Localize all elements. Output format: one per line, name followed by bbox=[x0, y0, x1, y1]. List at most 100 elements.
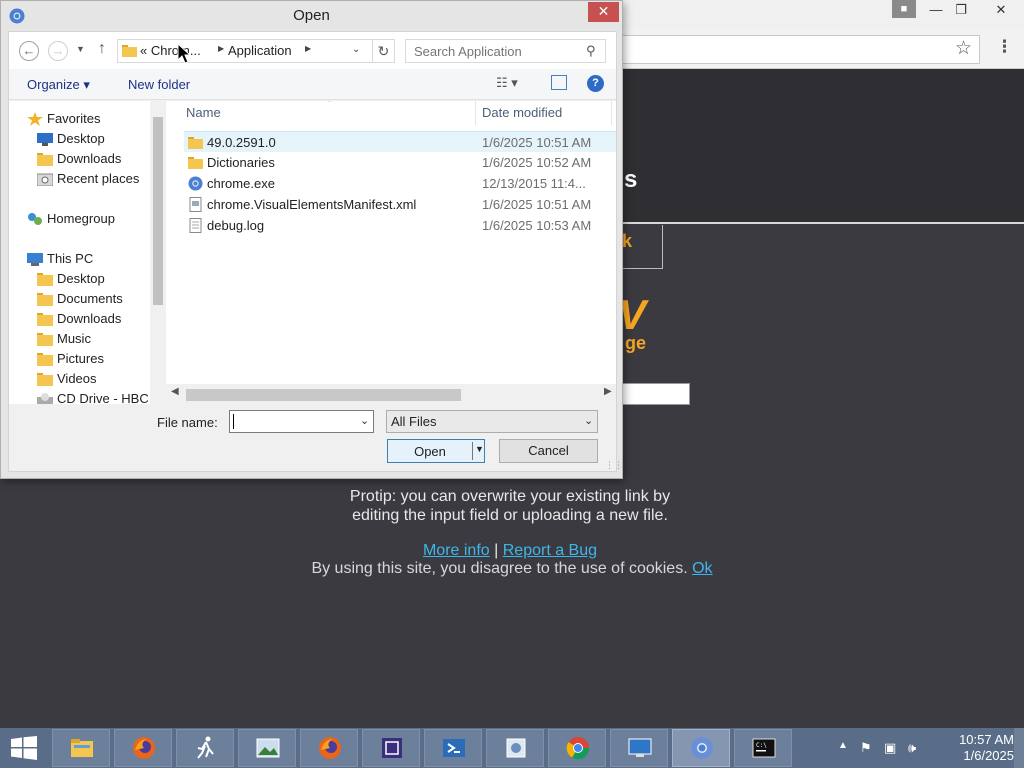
network-icon[interactable]: ▣ bbox=[884, 740, 896, 756]
taskbar-button-image-viewer[interactable] bbox=[238, 729, 296, 767]
nav-item-recent-places[interactable]: Recent places bbox=[37, 169, 166, 189]
nav-item-label[interactable]: Pictures bbox=[57, 351, 104, 366]
nav-item-pictures[interactable]: Pictures bbox=[37, 349, 166, 369]
bookmark-star-icon[interactable]: ☆ bbox=[955, 37, 972, 60]
more-info-link[interactable]: More info bbox=[423, 542, 490, 559]
taskbar-button-firefox[interactable] bbox=[114, 729, 172, 767]
nav-item-music[interactable]: Music bbox=[37, 329, 166, 349]
scrollbar-thumb[interactable] bbox=[186, 389, 461, 401]
change-view-icon[interactable]: ☷ ▾ bbox=[496, 75, 518, 91]
nav-item-label[interactable]: Desktop bbox=[57, 131, 105, 146]
taskbar-button-control-tool[interactable] bbox=[486, 729, 544, 767]
nav-item-label[interactable]: CD Drive - HBC bbox=[57, 391, 149, 404]
breadcrumb-separator-icon[interactable]: ▶ bbox=[218, 44, 224, 53]
file-name[interactable]: Dictionaries bbox=[207, 155, 275, 170]
nav-item-homegroup[interactable]: Homegroup bbox=[27, 209, 166, 229]
scroll-right-icon[interactable]: ▶ bbox=[604, 386, 612, 397]
dialog-close-button[interactable]: ✕ bbox=[588, 2, 619, 22]
cancel-button[interactable]: Cancel bbox=[499, 439, 598, 463]
taskbar-button-chrome[interactable] bbox=[548, 729, 606, 767]
up-arrow-icon[interactable]: ↑ bbox=[98, 40, 106, 58]
taskbar-button-chromium[interactable] bbox=[672, 729, 730, 767]
new-folder-button[interactable]: New folder bbox=[128, 77, 190, 92]
file-row[interactable]: debug.log1/6/2025 10:53 AMT bbox=[184, 215, 616, 236]
scroll-left-icon[interactable]: ◀ bbox=[171, 386, 179, 397]
breadcrumb[interactable]: « Chrom... ▶ Application ▶ ⌄ ↻ bbox=[117, 39, 395, 63]
search-input[interactable] bbox=[406, 40, 581, 62]
file-row[interactable]: Dictionaries1/6/2025 10:52 AMF bbox=[184, 152, 616, 173]
browser-address-bar[interactable] bbox=[610, 35, 980, 64]
nav-item-this-pc[interactable]: This PC bbox=[27, 249, 166, 269]
show-desktop-button[interactable] bbox=[1014, 728, 1024, 768]
nav-item-desktop[interactable]: Desktop bbox=[37, 269, 166, 289]
file-row[interactable]: 49.0.2591.01/6/2025 10:51 AMF bbox=[184, 131, 616, 152]
start-button[interactable] bbox=[0, 728, 50, 768]
clock[interactable]: 10:57 AM 1/6/2025 bbox=[934, 732, 1014, 764]
dialog-titlebar[interactable]: Open ✕ bbox=[1, 1, 622, 31]
back-arrow-icon[interactable]: ← bbox=[19, 41, 39, 61]
taskbar-button-monitor-tool[interactable] bbox=[610, 729, 668, 767]
nav-item-label[interactable]: Favorites bbox=[47, 111, 100, 126]
nav-item-downloads[interactable]: Downloads bbox=[37, 149, 166, 169]
horizontal-scrollbar[interactable]: ◀ ▶ bbox=[166, 384, 616, 404]
preview-pane-icon[interactable] bbox=[551, 75, 567, 90]
forward-arrow-icon[interactable]: → bbox=[48, 41, 68, 61]
taskbar-button-cpu-tool[interactable] bbox=[362, 729, 420, 767]
navigation-pane-scrollbar[interactable] bbox=[150, 101, 166, 404]
open-button-label[interactable]: Open bbox=[388, 444, 472, 459]
browser-restore-button[interactable]: ❐ bbox=[946, 0, 976, 22]
volume-icon[interactable]: 🕪 bbox=[908, 740, 916, 756]
nav-item-label[interactable]: This PC bbox=[47, 251, 93, 266]
breadcrumb-parent[interactable]: « Chrom... bbox=[140, 43, 201, 58]
browser-user-icon[interactable]: ■ bbox=[892, 0, 916, 18]
file-name[interactable]: 49.0.2591.0 bbox=[207, 135, 276, 150]
nav-item-downloads[interactable]: Downloads bbox=[37, 309, 166, 329]
browser-menu-icon[interactable]: ⋮ bbox=[996, 37, 1013, 57]
nav-item-cd-drive-hbc[interactable]: CD Drive - HBC bbox=[37, 389, 166, 404]
nav-item-label[interactable]: Recent places bbox=[57, 171, 139, 186]
nav-item-label[interactable]: Downloads bbox=[57, 151, 121, 166]
file-name-input[interactable] bbox=[230, 411, 355, 432]
nav-item-label[interactable]: Downloads bbox=[57, 311, 121, 326]
taskbar-button-file-explorer[interactable] bbox=[52, 729, 110, 767]
search-icon[interactable]: ⚲ bbox=[586, 43, 596, 59]
file-row[interactable]: chrome.exe12/13/2015 11:4...A bbox=[184, 173, 616, 194]
file-row[interactable]: chrome.VisualElementsManifest.xml 1/6/202… bbox=[184, 194, 616, 215]
file-type-value[interactable]: All Files bbox=[391, 414, 437, 429]
help-icon[interactable]: ? bbox=[587, 75, 604, 92]
action-center-flag-icon[interactable]: ⚑ bbox=[860, 740, 872, 756]
chevron-down-icon[interactable]: ⌄ bbox=[352, 44, 360, 55]
clock-time[interactable]: 10:57 AM bbox=[934, 732, 1014, 748]
clock-date[interactable]: 1/6/2025 bbox=[934, 748, 1014, 764]
report-bug-link[interactable]: Report a Bug bbox=[503, 542, 597, 559]
open-button[interactable]: Open ▼ bbox=[387, 439, 485, 463]
nav-item-label[interactable]: Documents bbox=[57, 291, 123, 306]
breadcrumb-separator-icon[interactable]: ▶ bbox=[305, 44, 311, 53]
file-name-field[interactable]: ⌄ bbox=[229, 410, 374, 433]
nav-item-label[interactable]: Videos bbox=[57, 371, 97, 386]
file-name[interactable]: chrome.VisualElementsManifest.xml bbox=[207, 197, 416, 212]
nav-item-desktop[interactable]: Desktop bbox=[37, 129, 166, 149]
refresh-icon[interactable]: ↻ bbox=[372, 40, 394, 62]
search-field[interactable]: ⚲ bbox=[405, 39, 606, 63]
page-nav-box-label[interactable]: k bbox=[622, 231, 632, 252]
chevron-down-icon[interactable]: ⌄ bbox=[584, 414, 593, 427]
organize-button[interactable]: Organize ▾ bbox=[27, 77, 90, 93]
scrollbar-thumb[interactable] bbox=[153, 117, 163, 305]
nav-item-label[interactable]: Homegroup bbox=[47, 211, 115, 226]
nav-item-label[interactable]: Music bbox=[57, 331, 91, 346]
file-type-select[interactable]: All Files ⌄ bbox=[386, 410, 598, 433]
nav-item-label[interactable]: Desktop bbox=[57, 271, 105, 286]
cookie-ok-link[interactable]: Ok bbox=[692, 560, 712, 577]
resize-grip-icon[interactable]: ⋮⋮ bbox=[605, 460, 623, 471]
browser-close-button[interactable]: ✕ bbox=[986, 0, 1016, 22]
taskbar-button-runner-app[interactable] bbox=[176, 729, 234, 767]
file-name[interactable]: debug.log bbox=[207, 218, 264, 233]
recent-locations-chevron-icon[interactable]: ▼ bbox=[76, 44, 85, 54]
file-name[interactable]: chrome.exe bbox=[207, 176, 275, 191]
chevron-down-icon[interactable]: ⌄ bbox=[360, 414, 369, 427]
nav-item-documents[interactable]: Documents bbox=[37, 289, 166, 309]
column-header-date-modified[interactable]: Date modified bbox=[476, 101, 612, 125]
breadcrumb-current[interactable]: Application bbox=[228, 43, 292, 58]
page-link-input[interactable] bbox=[620, 383, 690, 405]
